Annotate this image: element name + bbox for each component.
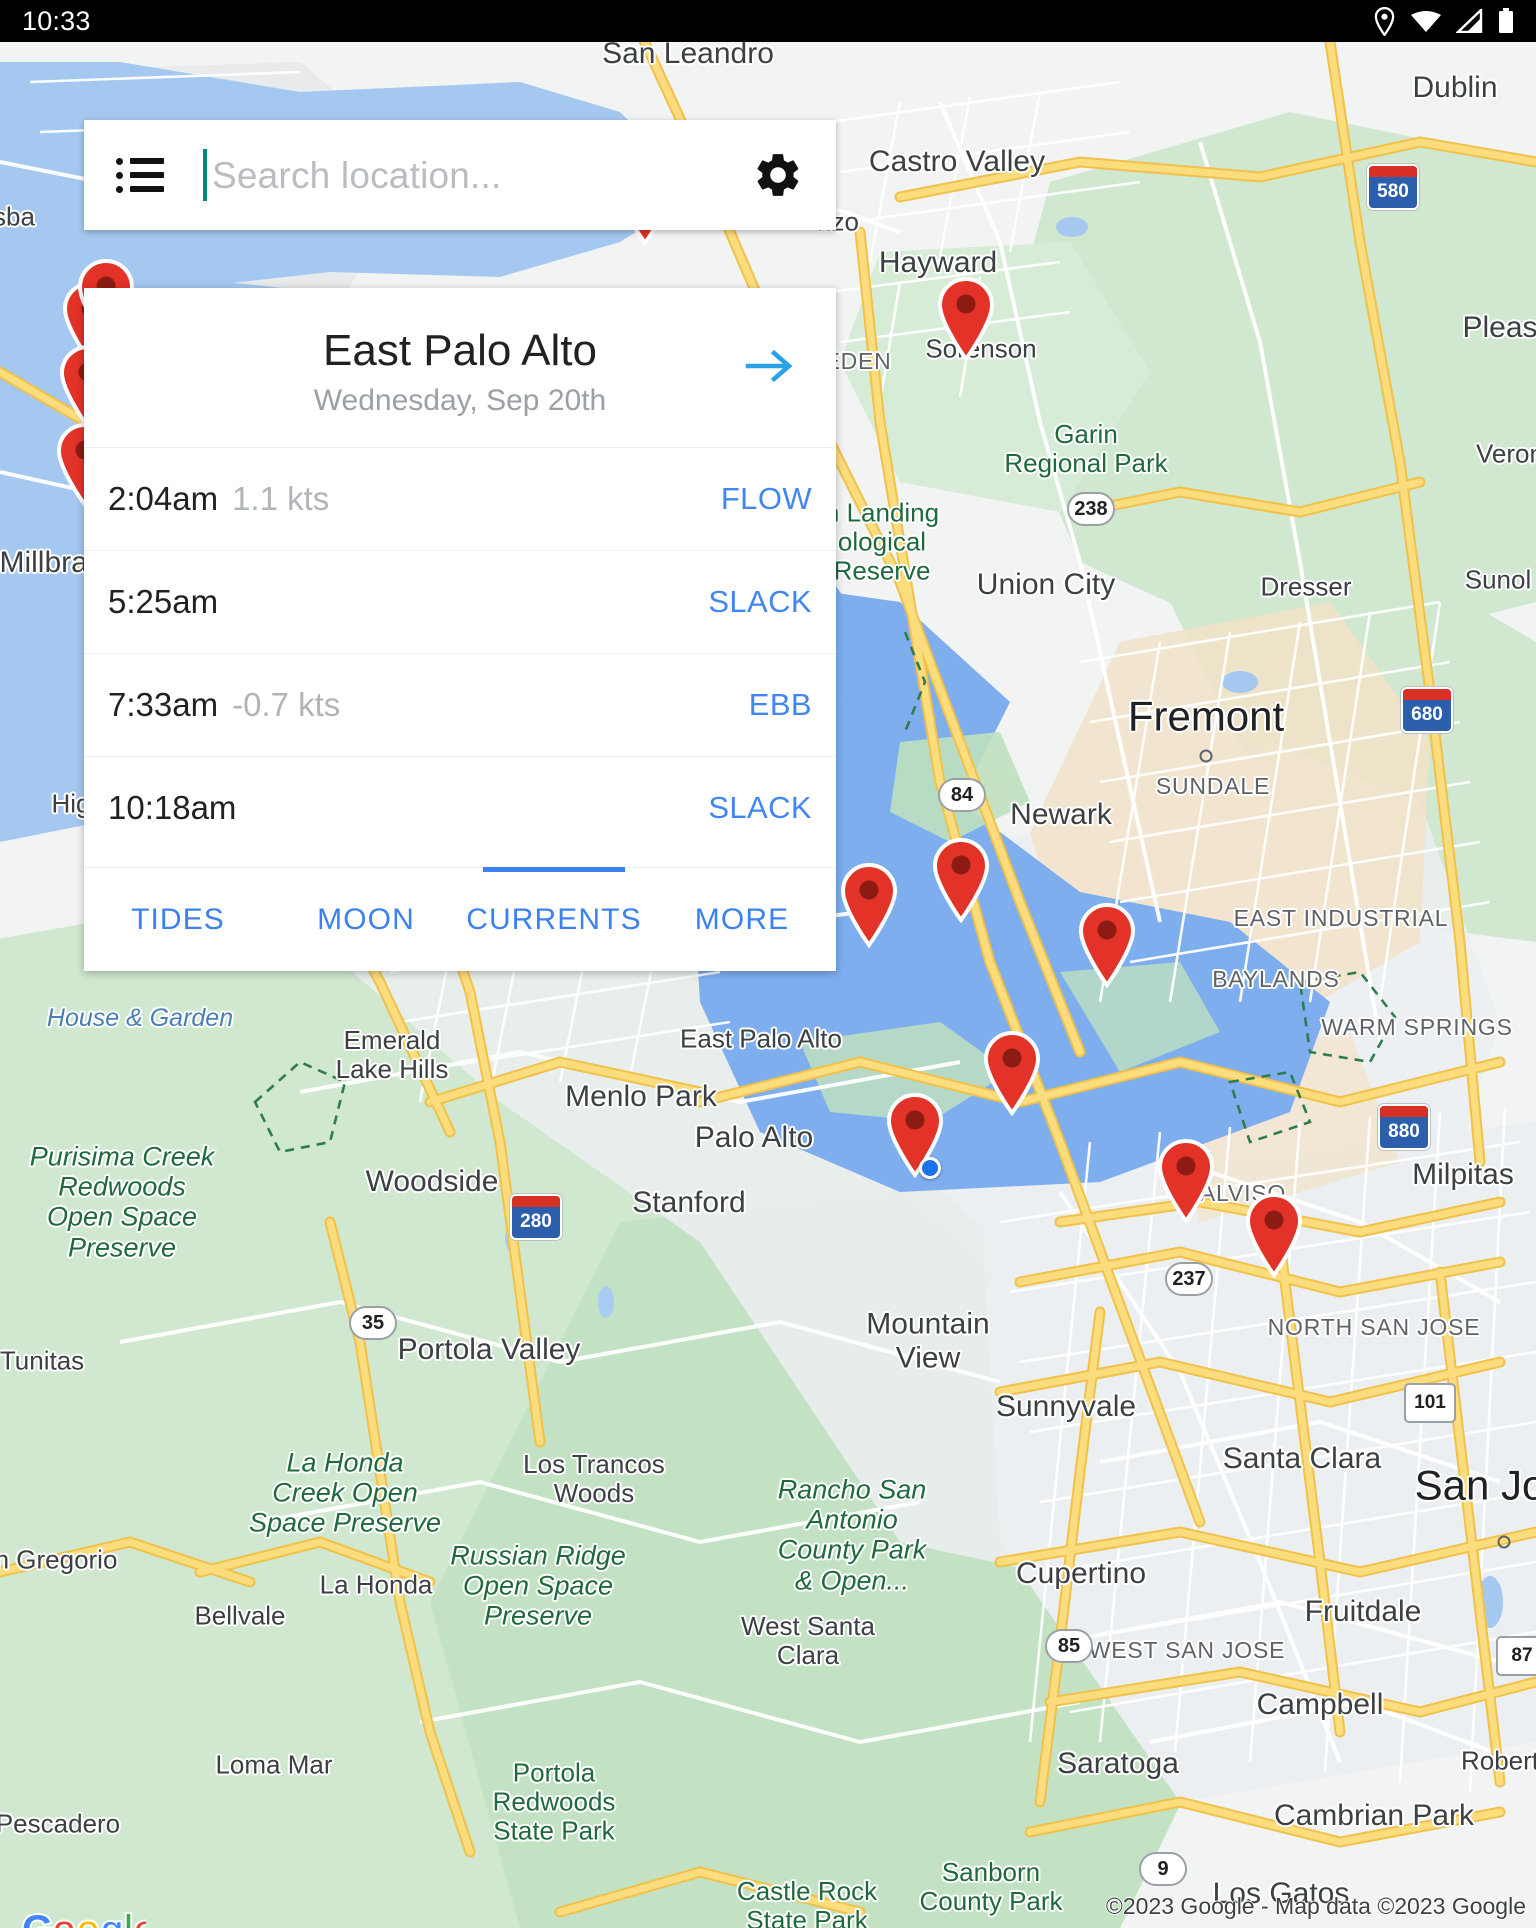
status-icons (1373, 6, 1514, 36)
currents-row-time: 7:33am (108, 686, 219, 724)
highway-shield-icon: 85 (1045, 1629, 1093, 1663)
highway-shield-label: 680 (1411, 703, 1443, 725)
highway-shield-icon: 880 (1378, 1104, 1430, 1150)
map-attribution: ©2023 Google - Map data ©2023 Google (1105, 1893, 1526, 1919)
highway-shield-icon: 238 (1067, 492, 1115, 526)
search-card: Search location... (84, 120, 836, 230)
currents-row[interactable]: 7:33am -0.7 kts EBB (84, 653, 836, 756)
highway-shield-icon: 35 (349, 1306, 397, 1340)
currents-row[interactable]: 5:25am SLACK (84, 550, 836, 653)
highway-shield-label: 880 (1388, 1120, 1420, 1142)
highway-shield-label: 85 (1057, 1634, 1081, 1657)
svg-text:g: g (101, 1910, 123, 1928)
svg-text:o: o (77, 1910, 99, 1928)
svg-text:o: o (53, 1910, 75, 1928)
location-info-card: East Palo Alto Wednesday, Sep 20th 2:04a… (84, 288, 836, 971)
list-menu-icon[interactable] (116, 157, 166, 193)
svg-text:G: G (22, 1910, 53, 1928)
tab-currents[interactable]: CURRENTS (460, 866, 648, 971)
currents-row[interactable]: 10:18am SLACK (84, 756, 836, 859)
highway-shield-icon: 280 (510, 1194, 562, 1240)
highway-shield-icon: 9 (1139, 1852, 1187, 1886)
city-center-dot (1199, 749, 1213, 763)
search-placeholder: Search location... (212, 154, 502, 196)
location-pin-icon (1373, 6, 1396, 36)
currents-row-state: SLACK (708, 584, 812, 620)
currents-list: 2:04am 1.1 kts FLOW 5:25am SLACK 7:33am -0.7 k… (84, 447, 836, 867)
currents-row[interactable]: 2:04am 1.1 kts FLOW (84, 447, 836, 550)
gear-icon[interactable] (752, 149, 804, 201)
page-title: East Palo Alto (323, 326, 597, 375)
highway-shield-label: 87 (1511, 1645, 1533, 1666)
tab-bar[interactable]: TIDES MOON CURRENTS MORE (84, 866, 836, 971)
highway-shield-icon: 680 (1401, 687, 1453, 733)
highway-shield-icon: 580 (1367, 164, 1419, 210)
status-clock: 10:33 (22, 5, 91, 36)
currents-row-time: 2:04am (108, 480, 219, 518)
search-input[interactable]: Search location... (203, 149, 736, 201)
highway-shield-label: 9 (1157, 1857, 1169, 1880)
text-cursor (203, 149, 207, 201)
arrow-right-icon[interactable] (744, 346, 796, 386)
currents-row-state: FLOW (720, 481, 812, 517)
highway-shield-icon: 87 (1496, 1636, 1536, 1676)
tab-tides[interactable]: TIDES (84, 868, 272, 971)
info-card-date: Wednesday, Sep 20th (313, 384, 607, 418)
currents-row-speed: -0.7 kts (232, 686, 341, 724)
tab-label: MOON (317, 902, 415, 936)
currents-row-state: SLACK (708, 790, 812, 826)
wifi-icon (1411, 10, 1441, 33)
blue-location-dot (919, 1157, 941, 1179)
svg-text:l: l (124, 1910, 133, 1928)
currents-row-state: EBB (748, 687, 812, 723)
tab-label: MORE (694, 902, 790, 936)
currents-row-speed: 1.1 kts (232, 480, 330, 518)
currents-row-time: 10:18am (108, 789, 237, 827)
highway-shield-label: 35 (361, 1311, 385, 1334)
highway-shield-label: 580 (1377, 180, 1409, 202)
highway-shield-label: 280 (520, 1210, 552, 1232)
highway-shield-icon: 237 (1165, 1262, 1213, 1296)
tab-moon[interactable]: MOON (272, 868, 460, 971)
highway-shield-label: 84 (950, 783, 974, 806)
status-bar: 10:33 (0, 0, 1536, 42)
svg-text:e: e (134, 1910, 146, 1928)
cell-signal-icon (1456, 9, 1483, 33)
highway-shield-label: 237 (1172, 1267, 1206, 1290)
highway-shield-icon: 84 (938, 778, 986, 812)
info-card-header: East Palo Alto Wednesday, Sep 20th (84, 288, 836, 447)
currents-row-time: 5:25am (108, 583, 219, 621)
highway-shield-label: 238 (1074, 497, 1108, 520)
battery-icon (1498, 8, 1514, 34)
highway-shield-icon: 101 (1404, 1383, 1456, 1423)
city-center-dot (1497, 1535, 1511, 1549)
tab-more[interactable]: MORE (648, 868, 836, 971)
tab-label: TIDES (131, 902, 225, 936)
highway-shield-label: 101 (1414, 1392, 1446, 1413)
tab-label: CURRENTS (466, 902, 642, 936)
